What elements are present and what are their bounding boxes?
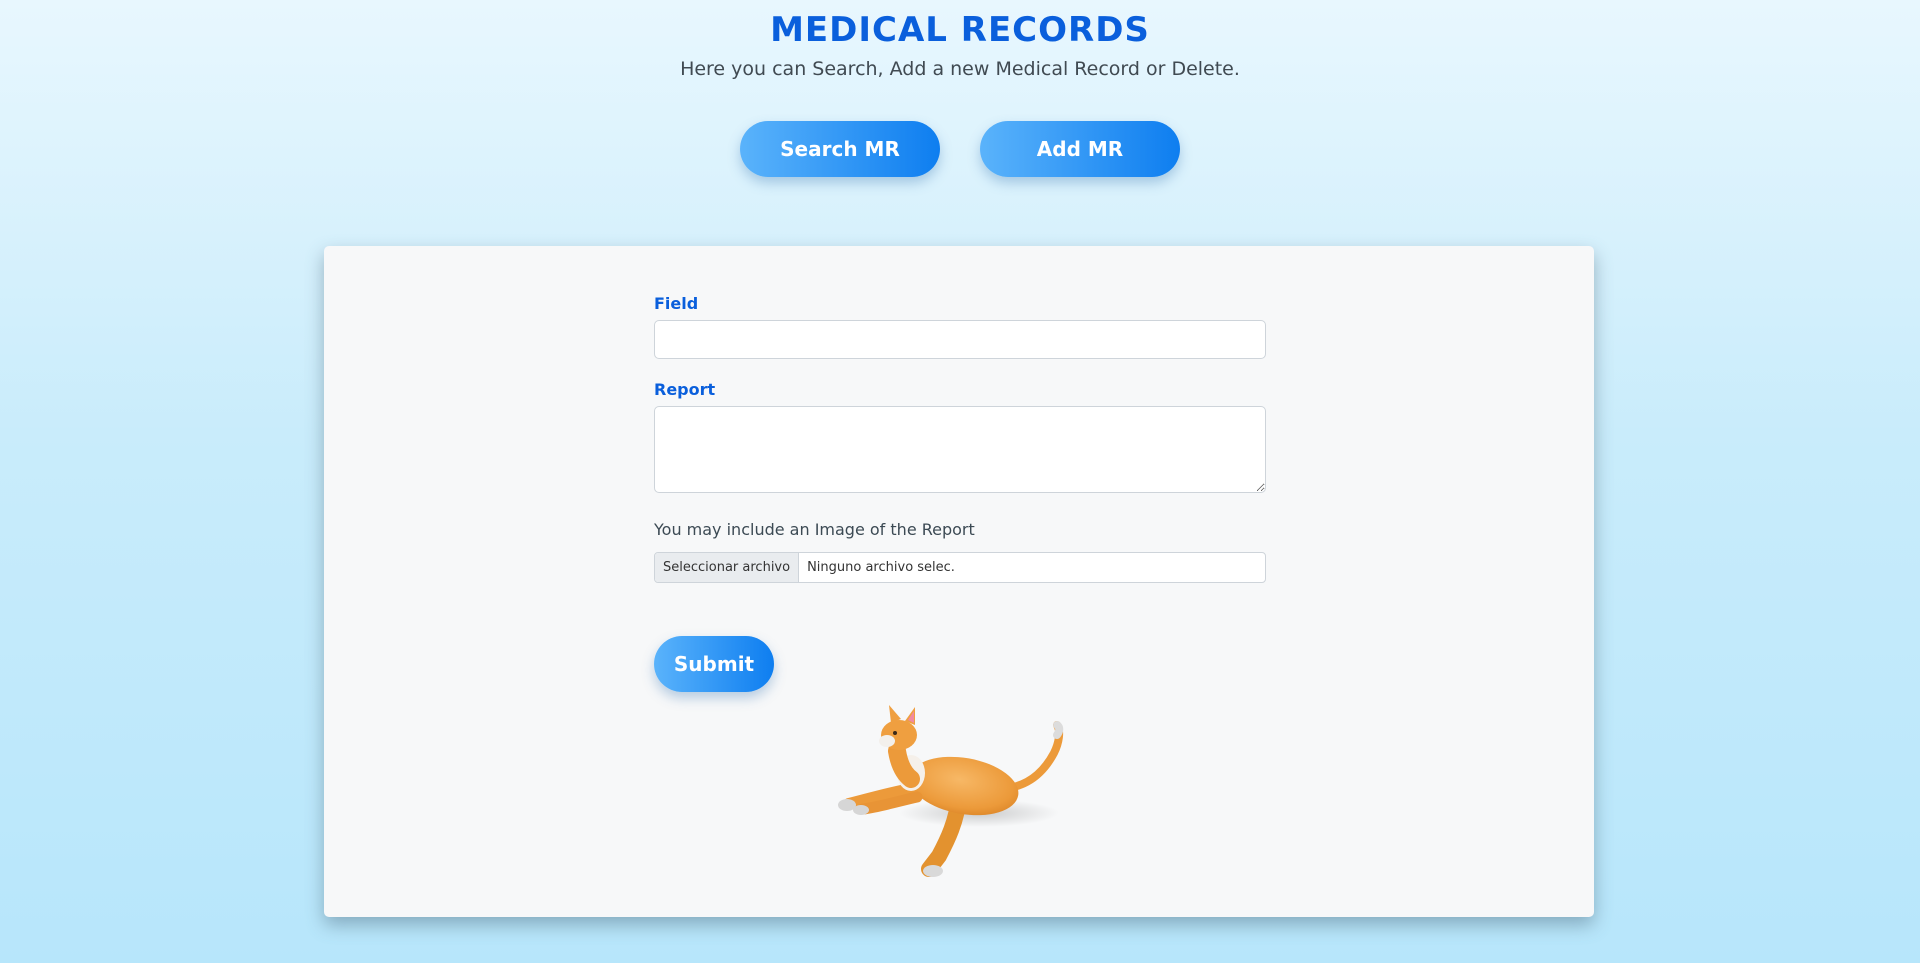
field-label: Field <box>654 294 699 313</box>
cat-illustration-icon <box>838 705 1064 877</box>
page-title: MEDICAL RECORDS <box>770 10 1150 50</box>
medical-record-form-card: Field Report You may include an Image of… <box>324 246 1594 917</box>
report-label: Report <box>654 380 716 399</box>
page-subtitle: Here you can Search, Add a new Medical R… <box>680 58 1240 80</box>
choose-file-button[interactable]: Seleccionar archivo <box>655 553 800 582</box>
image-note: You may include an Image of the Report <box>654 520 975 539</box>
add-mr-button[interactable]: Add MR <box>980 121 1180 177</box>
image-file-input[interactable]: Seleccionar archivo Ninguno archivo sele… <box>654 552 1266 583</box>
file-status-text: Ninguno archivo selec. <box>807 560 955 575</box>
report-textarea[interactable] <box>654 406 1266 493</box>
submit-button[interactable]: Submit <box>654 636 774 692</box>
medical-record-form: Field Report You may include an Image of… <box>654 294 1266 583</box>
field-input[interactable] <box>654 320 1266 359</box>
search-mr-button[interactable]: Search MR <box>740 121 940 177</box>
